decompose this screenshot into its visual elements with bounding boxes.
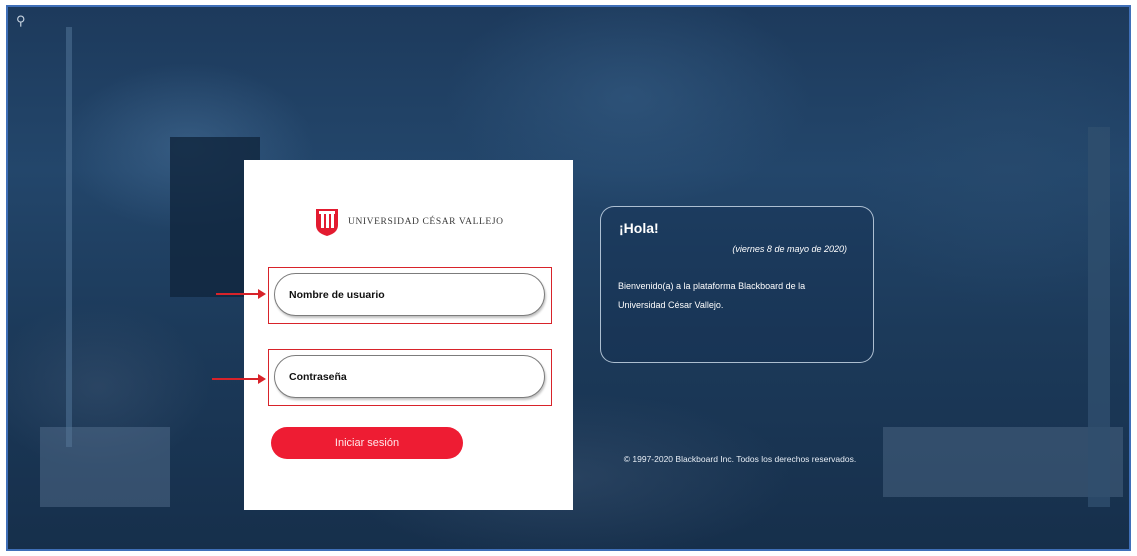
login-card: UNIVERSIDAD CÉSAR VALLEJO Iniciar sesión [244,160,573,510]
username-highlight [268,267,552,324]
university-logo: UNIVERSIDAD CÉSAR VALLEJO [314,207,504,237]
arrow-right-icon [212,374,266,384]
password-highlight [268,349,552,406]
shield-icon [314,207,340,237]
arrow-right-icon [216,289,266,299]
logo-text: UNIVERSIDAD CÉSAR VALLEJO [348,217,504,227]
background-bench [883,427,1123,497]
welcome-title: ¡Hola! [619,220,659,236]
background-bench [40,427,170,507]
welcome-message: Bienvenido(a) a la plataforma Blackboard… [618,281,806,310]
copyright-text: © 1997-2020 Blackboard Inc. Todos los de… [623,454,857,464]
login-button[interactable]: Iniciar sesión [271,427,463,459]
username-input[interactable] [274,273,545,316]
background-pole [66,27,72,447]
welcome-panel: ¡Hola! (viernes 8 de mayo de 2020) Bienv… [600,206,874,363]
welcome-date: (viernes 8 de mayo de 2020) [732,244,847,254]
background-tree [1088,127,1110,507]
password-input[interactable] [274,355,545,398]
accessibility-icon[interactable]: ⚲ [16,13,26,29]
